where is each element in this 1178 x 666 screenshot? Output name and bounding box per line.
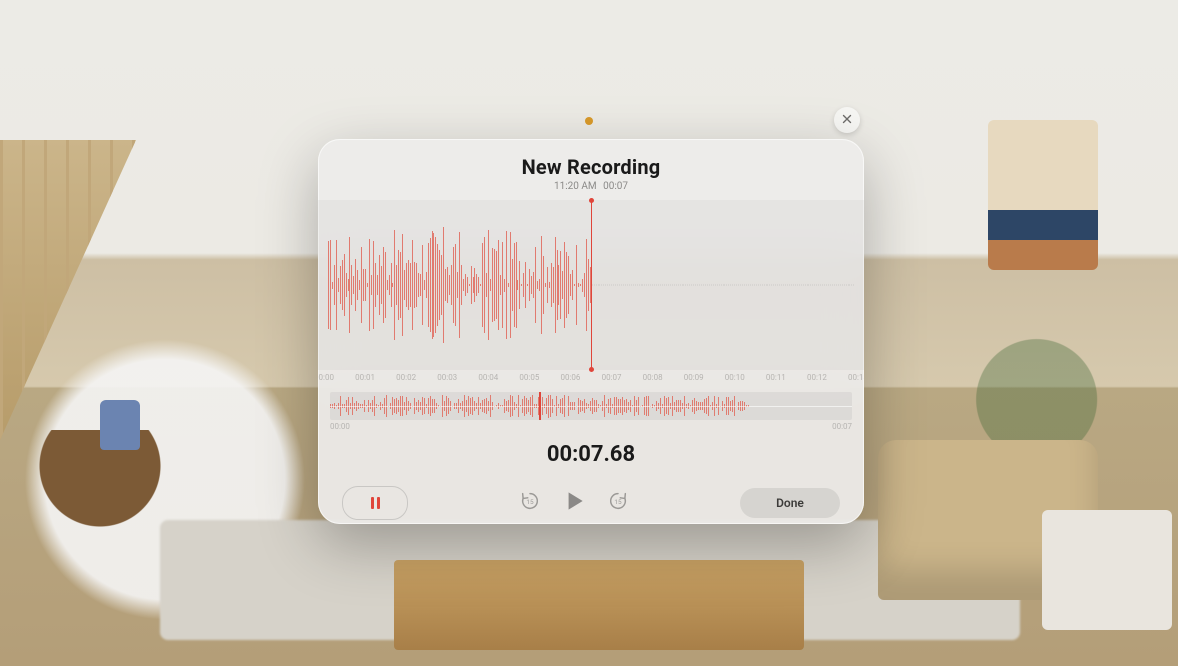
recording-title[interactable]: New Recording bbox=[318, 155, 864, 179]
recording-subheader: 11:20 AM 00:07 bbox=[318, 181, 864, 192]
background-coffee-table bbox=[394, 560, 804, 650]
pause-icon bbox=[377, 497, 380, 509]
time-tick: 00:13 bbox=[848, 373, 864, 382]
background-stairs bbox=[0, 140, 200, 440]
play-button[interactable] bbox=[559, 488, 589, 518]
svg-text:15: 15 bbox=[526, 498, 534, 506]
time-tick: 00:01 bbox=[355, 373, 375, 382]
window-grabber-dot-icon[interactable] bbox=[585, 117, 593, 125]
time-tick: 00:05 bbox=[519, 373, 539, 382]
background-stool bbox=[20, 430, 180, 610]
time-tick: 00:11 bbox=[766, 373, 786, 382]
background-rug bbox=[160, 520, 1020, 640]
skip-back-15-button[interactable]: 15 bbox=[515, 488, 545, 518]
background-chair bbox=[878, 440, 1098, 600]
skip-back-icon: 15 bbox=[519, 490, 541, 516]
skip-forward-15-button[interactable]: 15 bbox=[603, 488, 633, 518]
time-tick: 00:04 bbox=[478, 373, 498, 382]
time-tick: 00:10 bbox=[725, 373, 745, 382]
current-time-readout: 00:07.68 bbox=[318, 442, 864, 467]
recorder-header: New Recording 11:20 AM 00:07 bbox=[318, 139, 864, 192]
recording-timestamp: 11:20 AM bbox=[554, 181, 597, 192]
waveform-main[interactable] bbox=[318, 200, 864, 370]
svg-text:15: 15 bbox=[614, 498, 622, 506]
overview-labels: 00:00 00:07 bbox=[330, 422, 852, 434]
play-icon bbox=[561, 488, 587, 518]
playhead-indicator[interactable] bbox=[591, 200, 592, 370]
background-sidetable bbox=[1042, 510, 1172, 630]
window-close-button[interactable] bbox=[834, 107, 860, 133]
background-wallart bbox=[988, 120, 1098, 270]
voice-recorder-window: New Recording 11:20 AM 00:07 00:0000:010… bbox=[318, 139, 864, 524]
time-tick: 00:08 bbox=[643, 373, 663, 382]
recording-duration: 00:07 bbox=[603, 181, 628, 192]
waveform-time-ruler: 00:00 00:01 00:02 00:03 00:04 00:05 00:06 00:07… bbox=[318, 370, 864, 388]
time-tick: 00:12 bbox=[807, 373, 827, 382]
overview-start-label: 00:00 bbox=[330, 422, 350, 431]
done-button-label: Done bbox=[776, 496, 804, 510]
time-tick: 00:09 bbox=[684, 373, 704, 382]
pause-icon bbox=[371, 497, 374, 509]
done-button[interactable]: Done bbox=[740, 488, 840, 518]
pause-record-button[interactable] bbox=[342, 486, 408, 520]
time-tick: 00:03 bbox=[437, 373, 457, 382]
time-tick: 00:06 bbox=[560, 373, 580, 382]
skip-forward-icon: 15 bbox=[607, 490, 629, 516]
waveform-overview[interactable] bbox=[330, 392, 852, 420]
overview-end-label: 00:07 bbox=[832, 422, 852, 431]
time-tick: 00:00 bbox=[318, 373, 334, 382]
time-tick: 00:07 bbox=[602, 373, 622, 382]
close-icon bbox=[840, 111, 854, 130]
transport-controls: 15 15 Done bbox=[318, 477, 864, 524]
overview-playhead[interactable] bbox=[539, 392, 541, 420]
background-mug bbox=[100, 400, 140, 450]
overview-centerline bbox=[330, 406, 852, 407]
time-tick: 00:02 bbox=[396, 373, 416, 382]
